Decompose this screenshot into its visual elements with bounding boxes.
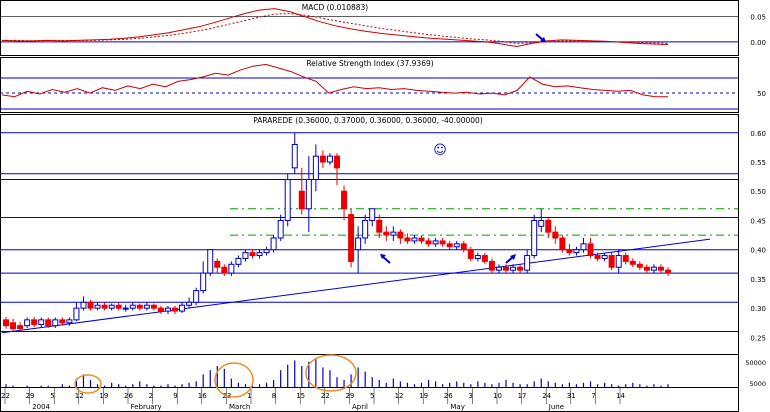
candlestick [284, 173, 291, 227]
candlestick [207, 249, 214, 276]
date-tick-label: 8 [272, 392, 276, 400]
macd-tick-label: 0.05 [750, 14, 766, 22]
price-tick-label: 0.60 [750, 130, 766, 138]
rsi-title: Relative Strength Index (37.9369) [306, 59, 433, 68]
macd-tick-label: 0.00 [750, 39, 766, 47]
price-tick-label: 0.25 [750, 334, 766, 342]
date-tick-label: 5 [370, 392, 374, 400]
date-tick-label: 19 [419, 392, 428, 400]
date-tick-label: 10 [493, 392, 502, 400]
price-title: PARAREDE (0.36000, 0.37000, 0.36000, 0.3… [253, 116, 483, 125]
date-tick-label: 22 [1, 392, 10, 400]
candlestick [608, 252, 615, 271]
price-tick-label: 0.50 [750, 188, 766, 196]
month-label: May [450, 403, 464, 411]
price-tick-label: 0.40 [750, 247, 766, 255]
date-tick-label: 22 [321, 392, 330, 400]
price-tick-label: 0.55 [750, 159, 766, 167]
date-tick-label: 2 [149, 392, 153, 400]
candlestick [348, 208, 355, 268]
date-tick-label: 3 [468, 392, 472, 400]
date-tick-label: 5 [50, 392, 54, 400]
date-tick-label: 15 [296, 392, 305, 400]
smiley-annotation: ☺ [433, 143, 447, 158]
stock-chart: 0.05 0.00 50 0.60 0.55 0.50 0.45 0.40 0.35 0.30 0.… [0, 0, 770, 412]
date-tick-label: 16 [198, 392, 207, 400]
month-label: March [229, 403, 250, 411]
date-tick-label: 29 [345, 392, 354, 400]
candlestick [270, 235, 277, 253]
date-tick-label: 31 [567, 392, 576, 400]
month-label: April [352, 403, 368, 411]
rsi-tick-label: 50 [757, 90, 766, 98]
volume-tick-label: 5000 [749, 380, 766, 388]
date-tick-label: 14 [616, 392, 625, 400]
candlestick [559, 235, 566, 253]
price-tick-label: 0.35 [750, 276, 766, 284]
date-tick-label: 12 [75, 392, 84, 400]
candlestick [531, 214, 538, 259]
date-tick-label: 19 [99, 392, 108, 400]
price-tick-label: 0.45 [750, 217, 766, 225]
month-label: June [548, 403, 564, 411]
candlestick [193, 287, 200, 306]
date-tick-label: 17 [518, 392, 527, 400]
month-label: 2004 [32, 403, 50, 411]
date-tick-label: 1 [247, 392, 251, 400]
date-tick-label: 12 [395, 392, 404, 400]
date-tick-label: 7 [591, 392, 595, 400]
price-tick-label: 0.30 [750, 305, 766, 313]
date-tick-label: 9 [173, 392, 177, 400]
month-label: February [131, 403, 162, 411]
date-tick-label: 26 [444, 392, 453, 400]
date-tick-label: 24 [542, 392, 551, 400]
date-tick-label: 29 [26, 392, 35, 400]
macd-title: MACD (0.010883) [302, 3, 369, 12]
volume-tick-label: 50000 [745, 359, 766, 367]
date-tick-label: 26 [124, 392, 133, 400]
